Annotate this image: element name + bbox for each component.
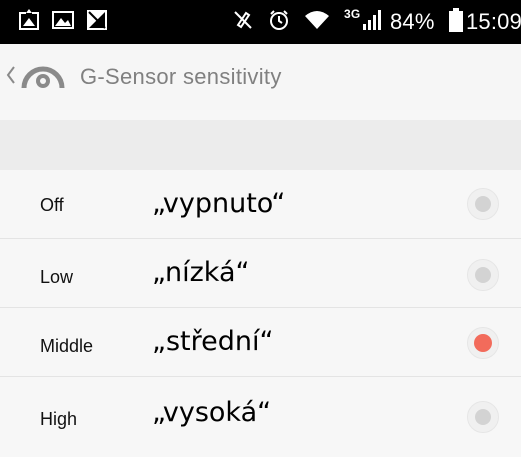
option-label: Low xyxy=(40,267,74,287)
clock-wrap: 15:09 xyxy=(466,0,521,44)
image-icon xyxy=(52,9,74,31)
option-row-low[interactable]: Low „nízká“ xyxy=(0,239,521,308)
radio-dot xyxy=(475,267,491,283)
option-label: Middle xyxy=(40,336,94,356)
clock-time: 15:09 xyxy=(466,9,521,34)
mute-icon xyxy=(232,9,254,31)
network-indicator: 3G xyxy=(344,0,360,44)
option-annotation: „nízká“ xyxy=(152,257,250,288)
wifi-icon xyxy=(304,9,330,31)
sensitivity-options-list: Off „vypnuto“ Low „nízká“ Middle „středn… xyxy=(0,170,521,455)
chevron-left-icon xyxy=(6,65,16,90)
network-type-label: 3G xyxy=(344,7,361,21)
status-bar: 3G 84% 15:09 xyxy=(0,0,521,44)
page-title: G-Sensor sensitivity xyxy=(80,64,282,89)
battery-icon xyxy=(449,8,463,32)
section-header xyxy=(0,120,521,170)
option-annotation: „vypnuto“ xyxy=(152,188,286,219)
option-row-off[interactable]: Off „vypnuto“ xyxy=(0,170,521,239)
speed-gauge-icon xyxy=(20,58,66,97)
radio-button-off[interactable] xyxy=(467,188,499,220)
radio-button-middle[interactable] xyxy=(467,327,499,359)
battery-percent: 84% xyxy=(390,9,435,34)
radio-dot xyxy=(475,409,491,425)
option-annotation: „vysoká“ xyxy=(152,397,272,428)
signal-off-icon xyxy=(86,9,108,31)
radio-dot xyxy=(475,196,491,212)
option-label: Off xyxy=(40,195,64,215)
alarm-icon xyxy=(268,9,290,31)
option-label: High xyxy=(40,409,78,429)
option-annotation: „střední“ xyxy=(152,326,274,357)
action-bar: G-Sensor sensitivity xyxy=(0,44,521,110)
battery-percent-wrap: 84% xyxy=(390,0,435,44)
radio-button-high[interactable] xyxy=(467,401,499,433)
radio-dot xyxy=(474,334,492,352)
back-button[interactable] xyxy=(6,44,66,110)
photo-upload-icon xyxy=(18,9,40,31)
radio-button-low[interactable] xyxy=(467,259,499,291)
option-row-middle[interactable]: Middle „střední“ xyxy=(0,308,521,377)
cell-signal-icon xyxy=(362,9,384,31)
option-row-high[interactable]: High „vysoká“ xyxy=(0,377,521,455)
